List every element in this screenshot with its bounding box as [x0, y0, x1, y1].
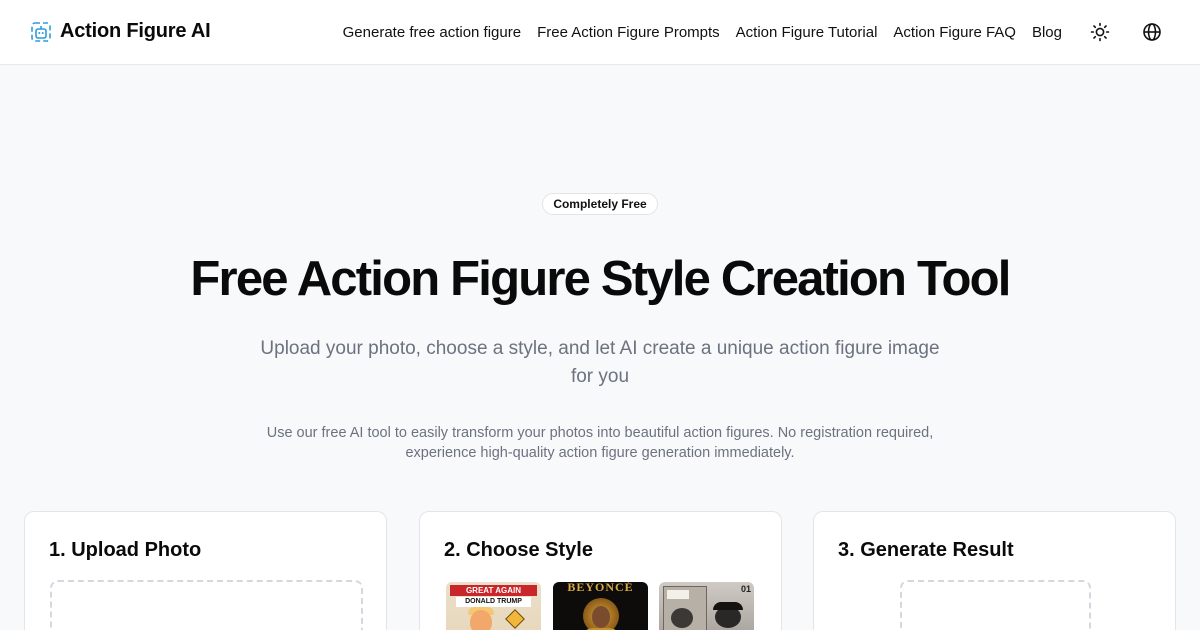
hero-description: Use our free AI tool to easily transform…: [266, 425, 934, 461]
nav-action-figure-faq[interactable]: Action Figure FAQ: [893, 24, 1016, 41]
box-label: [667, 590, 689, 599]
completely-free-badge: Completely Free: [542, 193, 658, 215]
figure-head: [592, 606, 610, 628]
figure-head: [470, 610, 492, 630]
upload-photo-card: 1. Upload Photo: [24, 511, 387, 630]
globe-icon: [1143, 23, 1161, 41]
generate-result-card: 3. Generate Result: [813, 511, 1176, 630]
main-nav: Generate free action figure Free Action …: [343, 0, 1200, 64]
nav-generate-free-action-figure[interactable]: Generate free action figure: [343, 24, 521, 41]
figure-head: [671, 608, 693, 628]
thumbnail-name: DONALD TRUMP: [456, 597, 531, 607]
hero-subtitle: Upload your photo, choose a style, and l…: [260, 338, 940, 387]
nav-action-figure-tutorial[interactable]: Action Figure Tutorial: [736, 24, 878, 41]
result-preview-area: [900, 580, 1091, 630]
generate-result-title: 3. Generate Result: [838, 539, 1014, 561]
thumbnail-banner: GREAT AGAIN: [450, 585, 537, 596]
figure-cap: [713, 602, 743, 610]
sun-icon: [1090, 22, 1110, 42]
upload-dropzone[interactable]: [50, 580, 363, 630]
brand-name: Action Figure AI: [60, 20, 211, 42]
choose-style-title: 2. Choose Style: [444, 539, 593, 561]
accessory-sign: [505, 609, 525, 629]
nav-blog[interactable]: Blog: [1032, 24, 1062, 41]
style-thumbnail-3[interactable]: 01: [659, 582, 754, 630]
choose-style-card: 2. Choose Style GREAT AGAIN DONALD TRUMP…: [419, 511, 782, 630]
brand-logo-icon: [31, 21, 51, 42]
language-button[interactable]: [1138, 18, 1166, 46]
thumbnail-number: 01: [741, 584, 752, 594]
hero-title: Free Action Figure Style Creation Tool: [190, 252, 1011, 306]
theme-toggle-button[interactable]: [1086, 18, 1114, 46]
style-thumbnail-2[interactable]: BEYONCÉ: [553, 582, 648, 630]
upload-photo-title: 1. Upload Photo: [49, 539, 202, 561]
site-header: Action Figure AI Generate free action fi…: [0, 0, 1200, 65]
thumbnail-banner: BEYONCÉ: [567, 582, 634, 594]
style-thumbnail-1[interactable]: GREAT AGAIN DONALD TRUMP: [446, 582, 541, 630]
brand-logo-link[interactable]: Action Figure AI: [31, 20, 211, 43]
nav-free-action-figure-prompts[interactable]: Free Action Figure Prompts: [537, 24, 720, 41]
